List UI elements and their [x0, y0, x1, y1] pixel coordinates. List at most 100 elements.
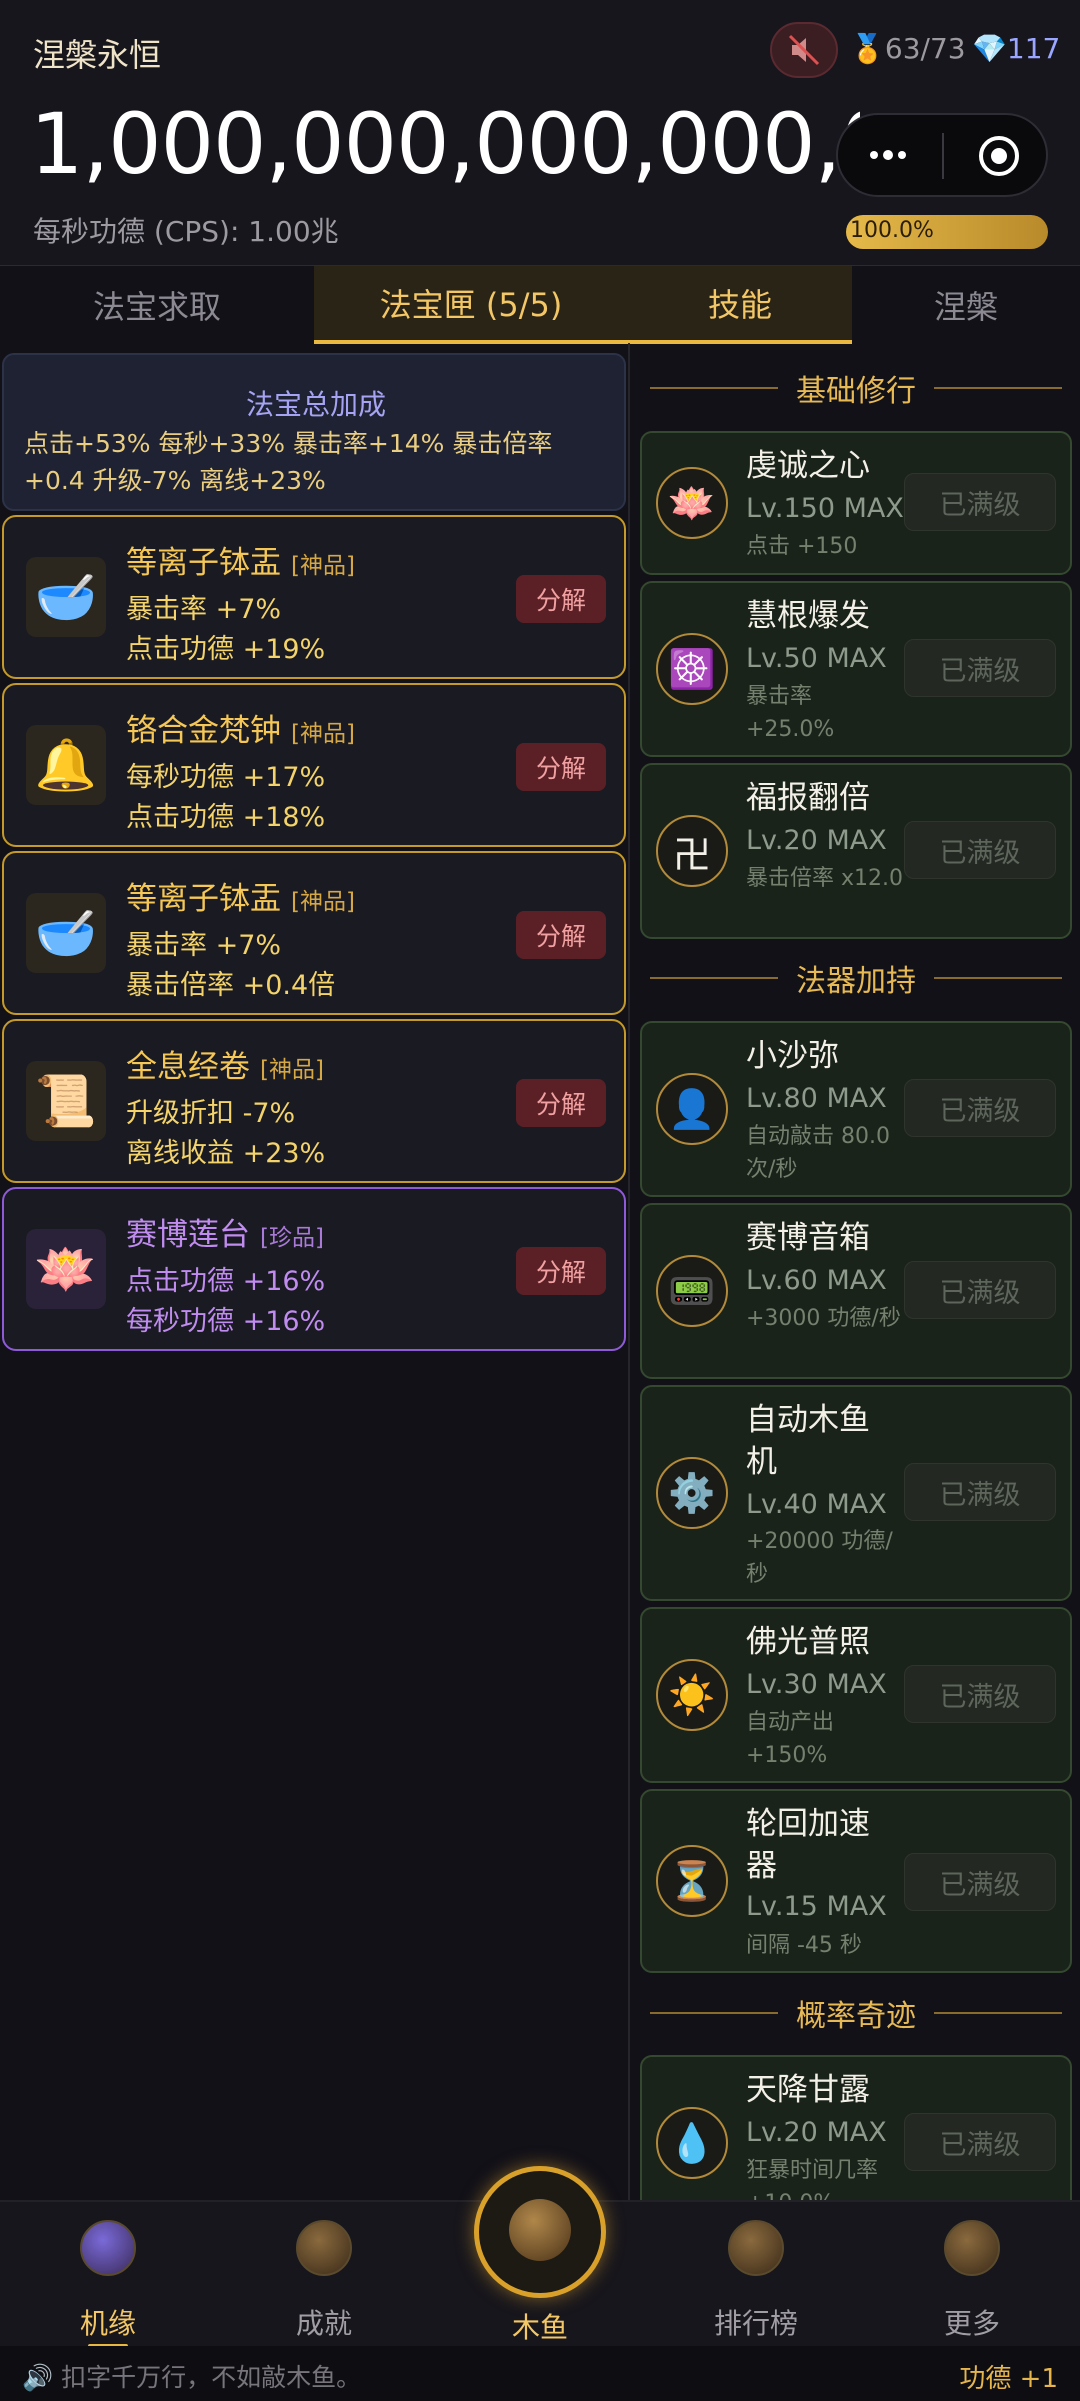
- more-options-icon[interactable]: [866, 145, 916, 165]
- skill-name: 轮回加速器: [746, 1806, 870, 1884]
- speaker-muted-icon: [788, 34, 820, 66]
- close-target-icon[interactable]: [976, 133, 1022, 179]
- maxed-button[interactable]: 已满级: [904, 473, 1056, 531]
- bowl-icon: 🥣: [26, 893, 106, 973]
- maxed-button[interactable]: 已满级: [904, 1463, 1056, 1521]
- main-tabs: 法宝求取 法宝匣 (5/5) 技能 涅槃: [0, 265, 1080, 344]
- skill-name: 小沙弥: [746, 1038, 839, 1074]
- diamond-icon: 💎: [972, 32, 1007, 65]
- tab-skills[interactable]: 技能: [628, 266, 852, 344]
- header: 涅槃永恒 🏅63/73 💎117 1,000,000,000,000,000 每…: [0, 0, 1080, 265]
- lotus-icon: 🪷: [26, 1229, 106, 1309]
- skill-card: 📟 赛博音箱 Lv.60 MAX +3000 功德/秒 已满级: [640, 1203, 1072, 1379]
- decompose-button[interactable]: 分解: [516, 743, 606, 791]
- nav-leaderboard[interactable]: 排行榜: [686, 2220, 826, 2340]
- treasure-name: 全息经卷 [神品]: [126, 1049, 324, 1085]
- skill-desc: 狂暴时间几率 +10.0%: [746, 2158, 879, 2200]
- skill-card: 👤 小沙弥 Lv.80 MAX 自动敲击 80.0次/秒 已满级: [640, 1021, 1072, 1197]
- treasure-name: 等离子钵盂 [神品]: [126, 545, 355, 581]
- skills-panel: 基础修行 🪷 虔诚之心 Lv.150 MAX 点击 +150 已满级 ☸️ 慧根…: [628, 343, 1080, 2200]
- section-title: 法器加持: [796, 964, 916, 999]
- skill-name: 福报翻倍: [746, 780, 870, 816]
- skill-level: Lv.50 MAX: [746, 643, 887, 674]
- treasure-item: 🔔 铬合金梵钟 [神品] 每秒功德 +17% 点击功德 +18% 分解: [2, 683, 626, 847]
- monk-icon: 👤: [656, 1073, 728, 1145]
- section-artifact: 法器加持: [650, 958, 1062, 999]
- treasure-name: 铬合金梵钟 [神品]: [126, 713, 355, 749]
- nav-fortune[interactable]: 机缘: [38, 2220, 178, 2348]
- section-divider: [934, 977, 1062, 979]
- bell-icon: 🔔: [26, 725, 106, 805]
- maxed-button[interactable]: 已满级: [904, 2113, 1056, 2171]
- skill-level: Lv.150 MAX: [746, 493, 904, 524]
- treasure-stat: 离线收益 +23%: [126, 1138, 326, 1169]
- section-luck: 概率奇迹: [650, 1993, 1062, 2034]
- maxed-button[interactable]: 已满级: [904, 1853, 1056, 1911]
- maxed-button[interactable]: 已满级: [904, 1665, 1056, 1723]
- dharma-wheel-icon: ☸️: [656, 633, 728, 705]
- skill-desc: +20000 功德/秒: [746, 1529, 893, 1587]
- section-divider: [650, 977, 778, 979]
- tab-seek-treasure[interactable]: 法宝求取: [0, 266, 314, 344]
- maxed-button[interactable]: 已满级: [904, 1261, 1056, 1319]
- skill-level: Lv.80 MAX: [746, 1083, 887, 1114]
- maxed-button[interactable]: 已满级: [904, 639, 1056, 697]
- treasure-grade: [神品]: [260, 1057, 324, 1083]
- skill-card: 💧 天降甘露 Lv.20 MAX 狂暴时间几率 +10.0% 已满级: [640, 2055, 1072, 2200]
- treasure-stat: 点击功德 +16%: [126, 1266, 326, 1297]
- decompose-button[interactable]: 分解: [516, 575, 606, 623]
- achievement-counter: 🏅63/73: [850, 32, 966, 65]
- maxed-button[interactable]: 已满级: [904, 821, 1056, 879]
- fortune-icon: [80, 2220, 136, 2276]
- cps-text: 每秒功德 (CPS): 1.00兆: [33, 215, 339, 248]
- treasure-item: 🥣 等离子钵盂 [神品] 暴击率 +7% 点击功德 +19% 分解: [2, 515, 626, 679]
- section-title: 基础修行: [796, 374, 916, 409]
- more-icon: [944, 2220, 1000, 2276]
- skill-level: Lv.30 MAX: [746, 1669, 887, 1700]
- treasure-grade: [神品]: [291, 553, 355, 579]
- skill-name: 虔诚之心: [746, 448, 870, 484]
- wooden-fish-button[interactable]: [474, 2166, 606, 2298]
- treasure-panel: 法宝总加成 点击+53% 每秒+33% 暴击率+14% 暴击倍率+0.4 升级-…: [0, 343, 628, 2200]
- section-basic: 基础修行: [650, 368, 1062, 409]
- achievement-icon: [296, 2220, 352, 2276]
- skill-desc: 间隔 -45 秒: [746, 1933, 862, 1958]
- decompose-button[interactable]: 分解: [516, 911, 606, 959]
- treasure-name: 赛博莲台 [珍品]: [126, 1217, 324, 1253]
- tab-nirvana[interactable]: 涅槃: [852, 266, 1080, 344]
- skill-card: 卍 福报翻倍 Lv.20 MAX 暴击倍率 x12.0 已满级: [640, 763, 1072, 939]
- treasure-item: 🥣 等离子钵盂 [神品] 暴击率 +7% 暴击倍率 +0.4倍 分解: [2, 851, 626, 1015]
- skill-card: ⚙️ 自动木鱼机 Lv.40 MAX +20000 功德/秒 已满级: [640, 1385, 1072, 1601]
- treasure-grade: [神品]: [291, 721, 355, 747]
- sun-icon: ☀️: [656, 1659, 728, 1731]
- bonus-title: 法宝总加成: [245, 388, 386, 421]
- treasure-grade: [神品]: [291, 889, 355, 915]
- mini-program-capsule: [836, 113, 1048, 197]
- decompose-button[interactable]: 分解: [516, 1247, 606, 1295]
- leaderboard-icon: [728, 2220, 784, 2276]
- treasure-grade: [珍品]: [260, 1225, 324, 1251]
- skill-desc: 自动产出 +150%: [746, 1710, 835, 1768]
- tab-treasure-box[interactable]: 法宝匣 (5/5): [314, 266, 628, 344]
- mute-button[interactable]: [770, 22, 838, 78]
- nav-label: 木鱼: [511, 2311, 568, 2344]
- skill-name: 自动木鱼机: [746, 1402, 870, 1480]
- decompose-button[interactable]: 分解: [516, 1079, 606, 1127]
- gem-counter: 💎117: [972, 32, 1061, 65]
- skill-level: Lv.20 MAX: [746, 2117, 887, 2148]
- maxed-button[interactable]: 已满级: [904, 1079, 1056, 1137]
- skill-desc: +3000 功德/秒: [746, 1306, 901, 1331]
- nav-achievements[interactable]: 成就: [254, 2220, 394, 2340]
- skill-name: 天降甘露: [746, 2072, 870, 2108]
- speaker-box-icon: 📟: [656, 1255, 728, 1327]
- skill-name: 赛博音箱: [746, 1220, 870, 1256]
- medal-icon: 🏅: [850, 32, 885, 65]
- section-divider: [934, 2012, 1062, 2014]
- lotus-icon: 🪷: [656, 467, 728, 539]
- nav-more[interactable]: 更多: [902, 2220, 1042, 2340]
- merit-gain: 功德 +1: [959, 2364, 1058, 2394]
- water-drop-icon: 💧: [656, 2107, 728, 2179]
- nav-label: 机缘: [79, 2307, 136, 2340]
- bowl-icon: 🥣: [26, 557, 106, 637]
- nav-label: 更多: [943, 2307, 1000, 2340]
